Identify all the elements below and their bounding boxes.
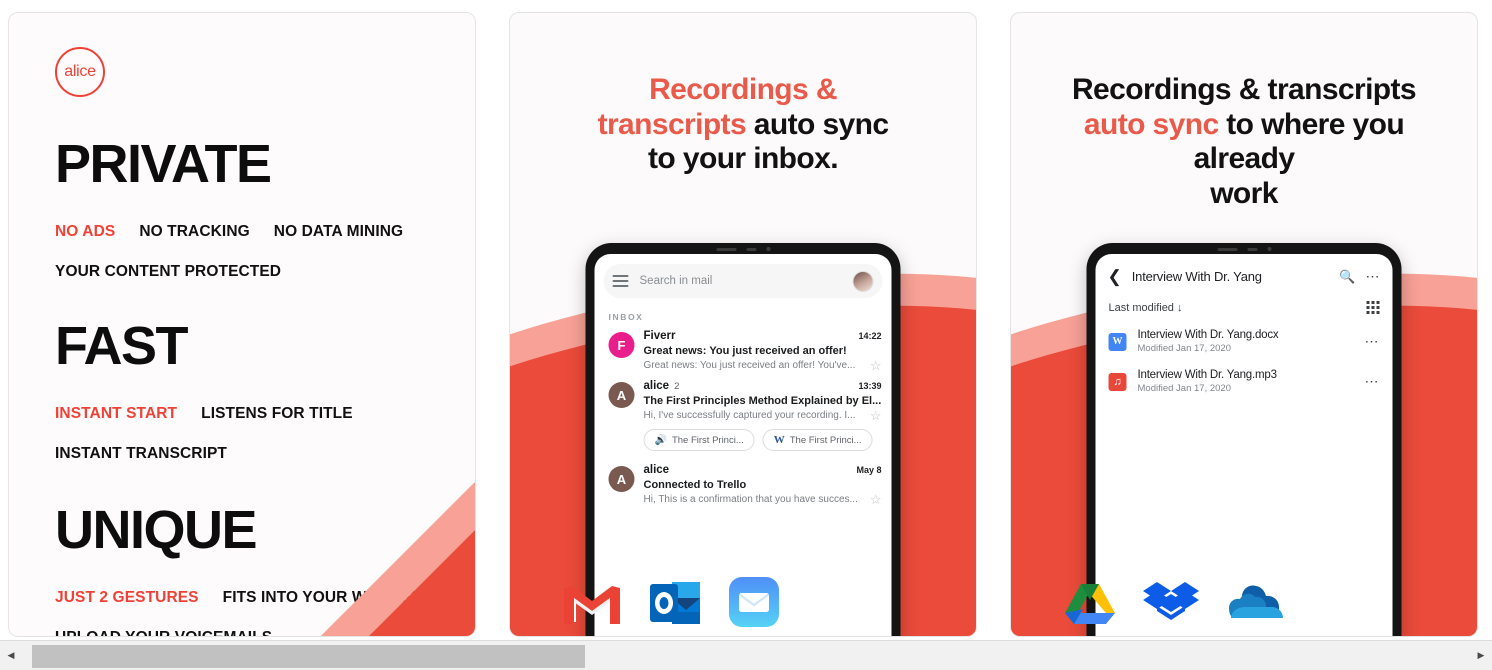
drive-folder-title: Interview With Dr. Yang [1131, 269, 1262, 284]
grid-view-icon[interactable] [1366, 301, 1380, 314]
screenshot-root: alice PRIVATE NO ADS NO TRACKING NO DATA… [0, 0, 1492, 670]
overflow-menu-icon[interactable]: ⋯ [1366, 268, 1381, 285]
star-icon[interactable]: ☆ [870, 409, 882, 422]
attachment-chip[interactable]: W The First Princi... [762, 429, 873, 451]
headline-part-4: to your inbox. [648, 142, 839, 175]
audio-file-icon: ♫ [1108, 372, 1127, 391]
star-icon[interactable]: ☆ [870, 493, 882, 506]
attachment-chip[interactable]: 🔊 The First Princi... [643, 429, 755, 451]
headline-part-3: to where you already [1193, 107, 1405, 176]
mail-snippet: Hi, I've successfully captured your reco… [643, 410, 856, 421]
sender-avatar: A [608, 382, 635, 408]
mail-snippet: Great news: You just received an offer! … [643, 360, 856, 371]
integration-logos-cloud [1011, 578, 1477, 628]
feature-no-tracking: NO TRACKING [139, 223, 250, 240]
panel2-headline: Recordings & transcripts auto sync to yo… [510, 73, 976, 177]
mail-time: 14:22 [858, 331, 882, 341]
feature-instant-start: INSTANT START [55, 405, 178, 422]
mail-subject: Connected to Trello [643, 479, 747, 491]
headline-part-3: auto sync [746, 107, 889, 141]
feature-panel-private[interactable]: alice PRIVATE NO ADS NO TRACKING NO DATA… [8, 12, 476, 637]
heading-private: PRIVATE [55, 134, 272, 194]
panel-carousel[interactable]: alice PRIVATE NO ADS NO TRACKING NO DATA… [0, 0, 1492, 640]
horizontal-scrollbar[interactable]: ◀ ▶ [0, 640, 1492, 670]
mail-list-item[interactable]: A alice 2 13:39 The First Principles Met… [595, 372, 892, 422]
audio-icon: 🔊 [654, 434, 667, 446]
headline-part-1: Recordings & transcripts [1071, 73, 1417, 106]
mail-subject: The First Principles Method Explained by… [643, 395, 882, 407]
headline-part-1: Recordings & [649, 73, 837, 106]
heading-fast: FAST [55, 316, 189, 376]
feature-instant-transcript: INSTANT TRANSCRIPT [55, 445, 228, 462]
back-arrow-icon[interactable]: ❮ [1108, 268, 1122, 285]
mail-sender: alice [643, 380, 670, 392]
outlook-icon [650, 582, 700, 624]
mail-time: 13:39 [858, 381, 882, 391]
headline-part-2: auto sync [1083, 107, 1219, 141]
mail-sender: Fiverr [643, 330, 676, 342]
mail-attachment-chips: 🔊 The First Princi... W The First Princi… [643, 429, 892, 451]
feature-panel-inbox-sync[interactable]: Recordings & transcripts auto sync to yo… [509, 12, 977, 637]
headline-part-2: transcripts [597, 107, 747, 141]
scroll-left-arrow[interactable]: ◀ [0, 641, 22, 670]
file-overflow-menu-icon[interactable]: ⋯ [1365, 333, 1380, 350]
user-avatar[interactable] [852, 270, 874, 292]
sort-label: Last modified [1108, 301, 1174, 314]
mail-list-item[interactable]: F Fiverr 14:22 Great news: You just rece… [595, 322, 892, 372]
mail-thread-count: 2 [674, 381, 680, 392]
google-drive-icon [1065, 584, 1115, 624]
drive-file-row[interactable]: W Interview With Dr. Yang.docx Modified … [1096, 314, 1393, 354]
inbox-section-label: INBOX [608, 312, 644, 322]
mail-time: May 8 [856, 465, 882, 475]
apple-mail-icon [729, 577, 779, 627]
feature-no-data-mining: NO DATA MINING [273, 223, 404, 240]
file-name: Interview With Dr. Yang.mp3 [1137, 369, 1277, 381]
feature-row-private-a: NO ADS NO TRACKING NO DATA MINING [55, 223, 475, 241]
star-icon[interactable]: ☆ [870, 359, 882, 372]
file-modified: Modified Jan 17, 2020 [1137, 383, 1231, 394]
gmail-icon [564, 586, 620, 624]
drive-top-bar: ❮ Interview With Dr. Yang 🔍 ⋯ [1096, 254, 1393, 285]
feature-panel-cloud-sync[interactable]: Recordings & transcripts auto sync to wh… [1010, 12, 1478, 637]
word-doc-icon: W [1108, 332, 1127, 351]
mail-snippet: Hi, This is a confirmation that you have… [643, 494, 858, 505]
sender-avatar: F [608, 332, 635, 358]
attachment-label: The First Princi... [671, 434, 744, 446]
headline-part-4: work [1210, 176, 1278, 210]
mail-search-bar[interactable]: Search in mail [603, 264, 883, 298]
phone-speaker-notch [698, 247, 788, 251]
search-icon[interactable]: 🔍 [1339, 269, 1355, 285]
sender-avatar: A [608, 466, 635, 492]
alice-logo-text: alice [55, 47, 105, 97]
mail-subject: Great news: You just received an offer! [643, 345, 847, 357]
file-name: Interview With Dr. Yang.docx [1137, 329, 1279, 341]
integration-logos-mail [510, 576, 976, 628]
arrow-down-icon: ↓ [1176, 301, 1183, 314]
mail-list-item[interactable]: A alice May 8 Connected to Trello Hi, Th… [595, 451, 892, 506]
drive-sort-row[interactable]: Last modified ↓ [1096, 285, 1393, 314]
feature-no-ads: NO ADS [55, 223, 116, 240]
hamburger-menu-icon[interactable] [612, 275, 629, 287]
feature-your-content-protected: YOUR CONTENT PROTECTED [55, 263, 282, 280]
file-modified: Modified Jan 17, 2020 [1137, 343, 1231, 354]
file-overflow-menu-icon[interactable]: ⋯ [1365, 373, 1380, 390]
scrollbar-thumb[interactable] [32, 644, 585, 668]
drive-file-row[interactable]: ♫ Interview With Dr. Yang.mp3 Modified J… [1096, 354, 1393, 394]
word-doc-icon: W [773, 434, 785, 446]
mail-search-input[interactable]: Search in mail [640, 275, 842, 287]
scrollbar-track[interactable] [22, 641, 1470, 670]
onedrive-icon [1229, 585, 1283, 618]
mail-sender: alice [643, 464, 670, 476]
panel3-headline: Recordings & transcripts auto sync to wh… [1011, 73, 1477, 211]
dropbox-icon [1143, 582, 1199, 620]
scroll-right-arrow[interactable]: ▶ [1470, 641, 1492, 670]
phone-speaker-notch [1199, 247, 1289, 251]
alice-logo: alice [55, 47, 105, 97]
attachment-label: The First Princi... [789, 434, 862, 446]
